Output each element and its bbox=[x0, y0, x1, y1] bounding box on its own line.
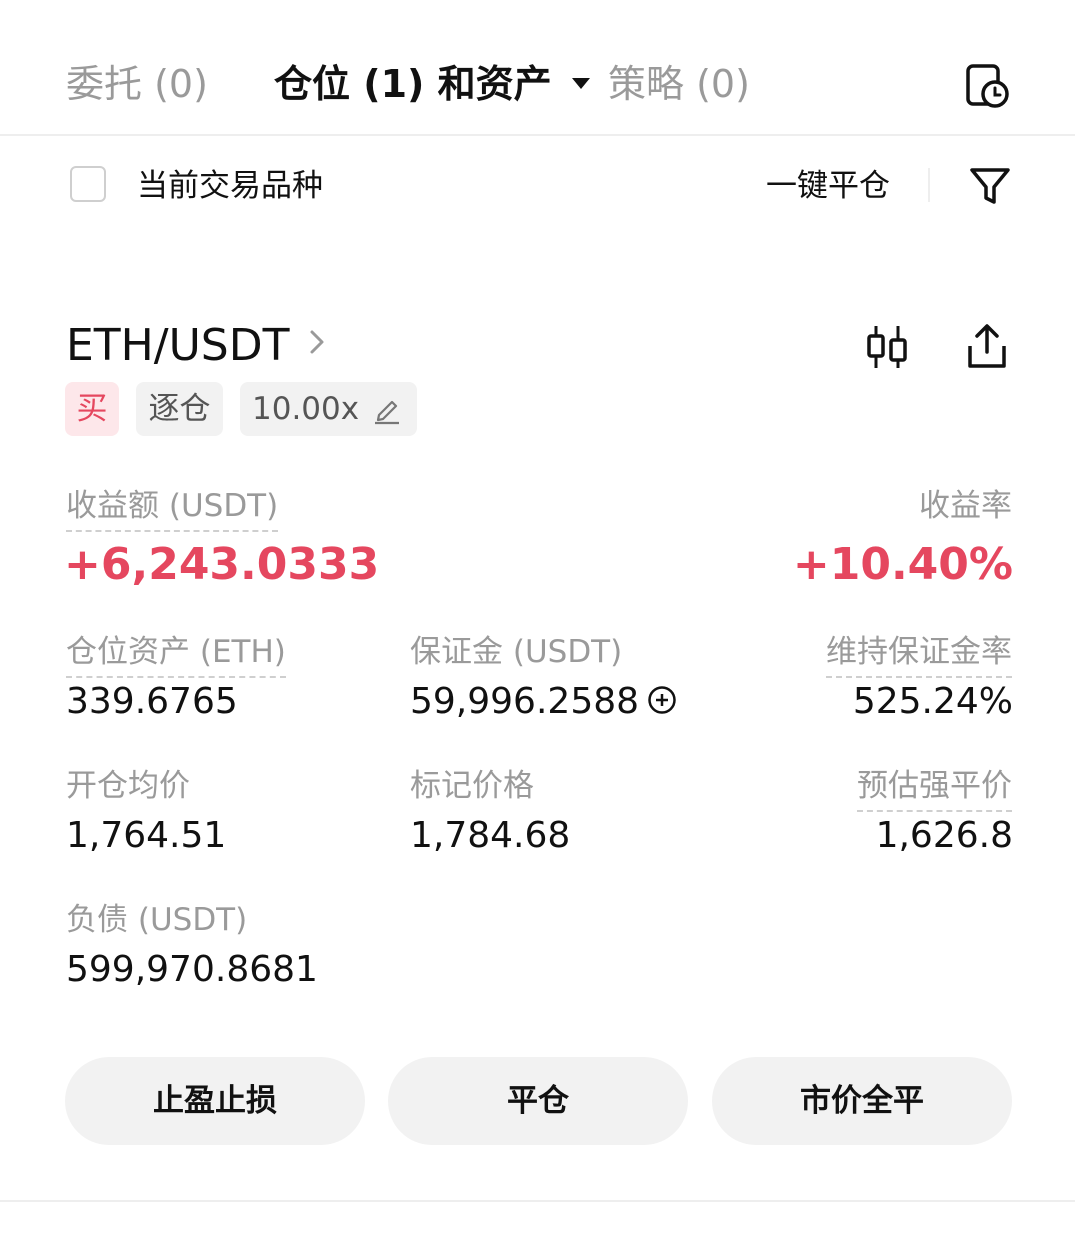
debt-label: 负债 (USDT) bbox=[66, 902, 248, 938]
tab-bar: 委托 (0) 仓位 (1) 和资产 策略 (0) bbox=[0, 0, 1075, 136]
current-symbol-label[interactable]: 当前交易品种 bbox=[137, 164, 323, 208]
margin-mode-badge: 逐仓 bbox=[136, 382, 223, 436]
market-close-all-button[interactable]: 市价全平 bbox=[712, 1057, 1012, 1145]
tpsl-button[interactable]: 止盈止损 bbox=[65, 1057, 365, 1145]
current-symbol-checkbox[interactable] bbox=[70, 166, 106, 202]
close-position-button[interactable]: 平仓 bbox=[388, 1057, 688, 1145]
pnl-value: +6,243.0333 bbox=[64, 539, 380, 590]
pnl-rate-label: 收益率 bbox=[919, 488, 1012, 524]
divider bbox=[928, 168, 930, 202]
pnl-label[interactable]: 收益额 (USDT) bbox=[66, 484, 279, 532]
tab-orders[interactable]: 委托 (0) bbox=[66, 58, 208, 110]
candlestick-chart-icon[interactable] bbox=[862, 322, 912, 372]
leverage-badge[interactable]: 10.00x bbox=[240, 382, 417, 436]
margin-label: 保证金 (USDT) bbox=[410, 634, 623, 670]
leverage-value: 10.00x bbox=[252, 391, 360, 427]
liq-price-value: 1,626.8 bbox=[875, 815, 1013, 856]
liq-price-label[interactable]: 预估强平价 bbox=[857, 764, 1012, 812]
position-size-value: 339.6765 bbox=[66, 681, 238, 722]
edit-icon bbox=[375, 400, 399, 425]
share-icon[interactable] bbox=[962, 322, 1012, 372]
margin-value-wrap: 59,996.2588 bbox=[410, 678, 677, 726]
debt-value: 599,970.8681 bbox=[66, 949, 318, 990]
side-badge: 买 bbox=[65, 382, 119, 436]
position-size-label[interactable]: 仓位资产 (ETH) bbox=[66, 630, 286, 678]
tab-positions[interactable]: 仓位 (1) 和资产 bbox=[274, 58, 590, 110]
filter-icon[interactable] bbox=[966, 162, 1014, 210]
caret-down-icon bbox=[571, 78, 590, 89]
tab-strategies[interactable]: 策略 (0) bbox=[608, 58, 750, 110]
add-margin-icon[interactable] bbox=[647, 685, 677, 715]
divider bbox=[0, 1200, 1075, 1202]
mark-price-value: 1,784.68 bbox=[410, 815, 571, 856]
entry-price-label: 开仓均价 bbox=[66, 768, 190, 804]
tab-positions-label: 仓位 (1) 和资产 bbox=[274, 62, 552, 106]
mmr-label[interactable]: 维持保证金率 bbox=[826, 630, 1012, 678]
mmr-value: 525.24% bbox=[852, 681, 1013, 722]
close-all-button[interactable]: 一键平仓 bbox=[766, 164, 890, 208]
pair-name[interactable]: ETH/USDT bbox=[66, 318, 289, 374]
history-icon[interactable] bbox=[962, 60, 1012, 112]
margin-value: 59,996.2588 bbox=[410, 681, 640, 722]
entry-price-value: 1,764.51 bbox=[66, 815, 227, 856]
chevron-right-icon[interactable] bbox=[306, 326, 328, 358]
mark-price-label: 标记价格 bbox=[410, 768, 534, 804]
pnl-rate-value: +10.40% bbox=[792, 539, 1013, 590]
